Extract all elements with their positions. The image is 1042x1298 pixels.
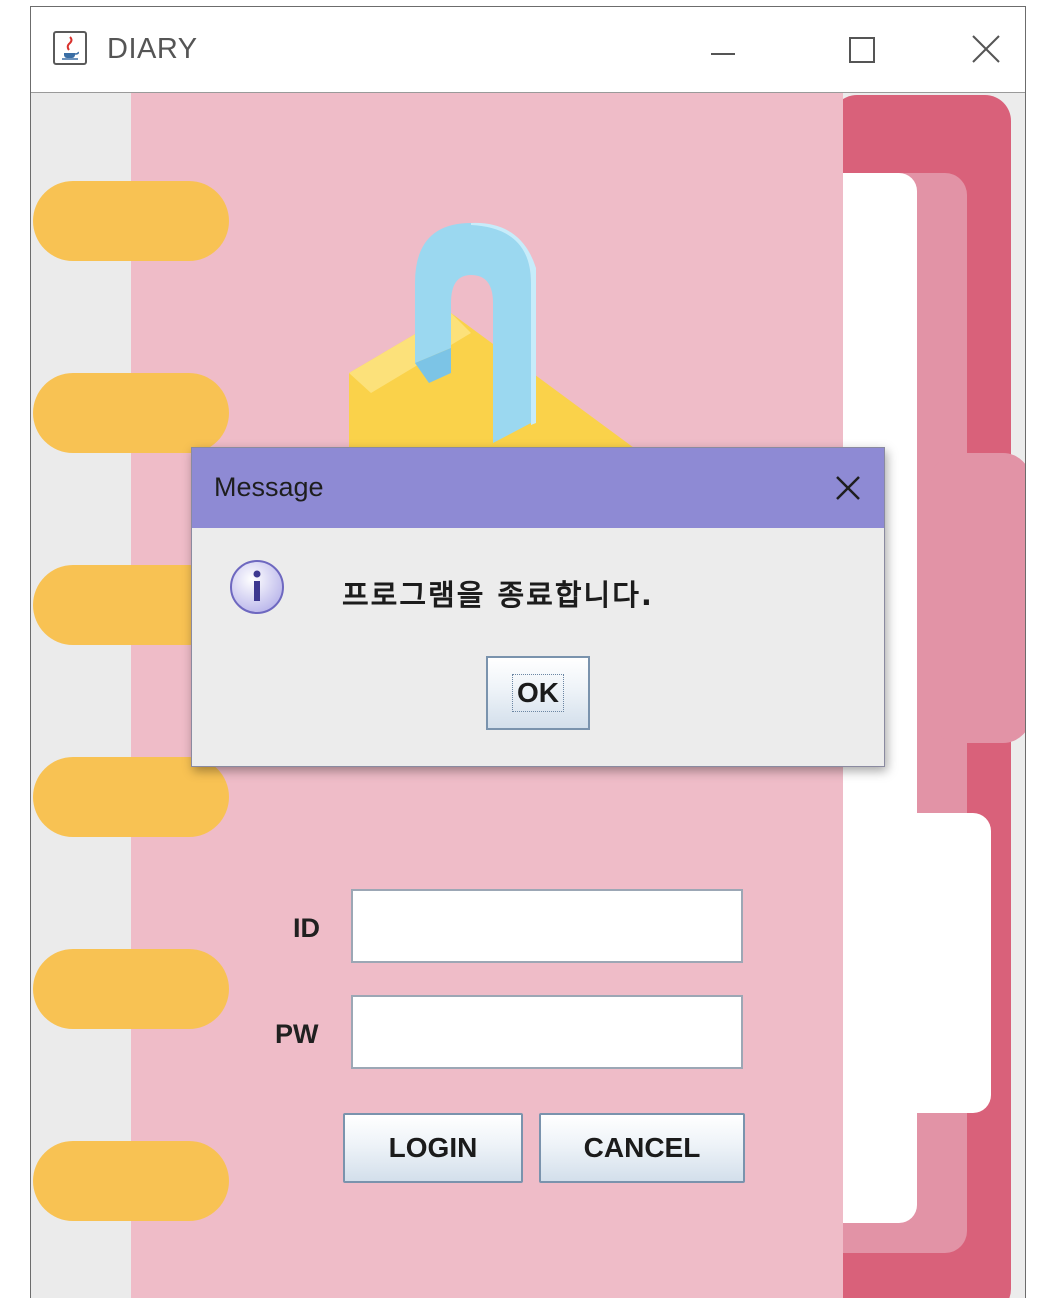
- minimize-icon[interactable]: [691, 21, 751, 79]
- close-icon[interactable]: [957, 21, 1017, 79]
- ok-button-label: OK: [512, 674, 564, 712]
- maximize-icon[interactable]: [831, 21, 891, 79]
- pw-input[interactable]: [351, 995, 743, 1069]
- diary-window: DIARY ID PW LOGIN CANCEL Message 프로그램을 종…: [30, 6, 1026, 1298]
- id-input[interactable]: [351, 889, 743, 963]
- message-dialog: Message 프로그램을 종료합니다. OK: [191, 447, 885, 767]
- id-label: ID: [293, 913, 320, 943]
- ok-button[interactable]: OK: [486, 656, 590, 730]
- login-button[interactable]: LOGIN: [343, 1113, 523, 1183]
- java-cup-icon: [53, 31, 87, 65]
- cancel-button[interactable]: CANCEL: [539, 1113, 745, 1183]
- dialog-title: Message: [214, 472, 324, 502]
- pw-label: PW: [275, 1019, 319, 1049]
- title-bar: DIARY: [31, 7, 1025, 93]
- info-icon: [228, 558, 286, 616]
- window-title: DIARY: [107, 33, 198, 65]
- dialog-message: 프로그램을 종료합니다.: [342, 578, 654, 612]
- window-content: ID PW LOGIN CANCEL Message 프로그램을 종료합니다. …: [31, 93, 1025, 1298]
- dialog-title-bar: Message: [192, 448, 884, 528]
- dialog-close-icon[interactable]: [824, 464, 872, 512]
